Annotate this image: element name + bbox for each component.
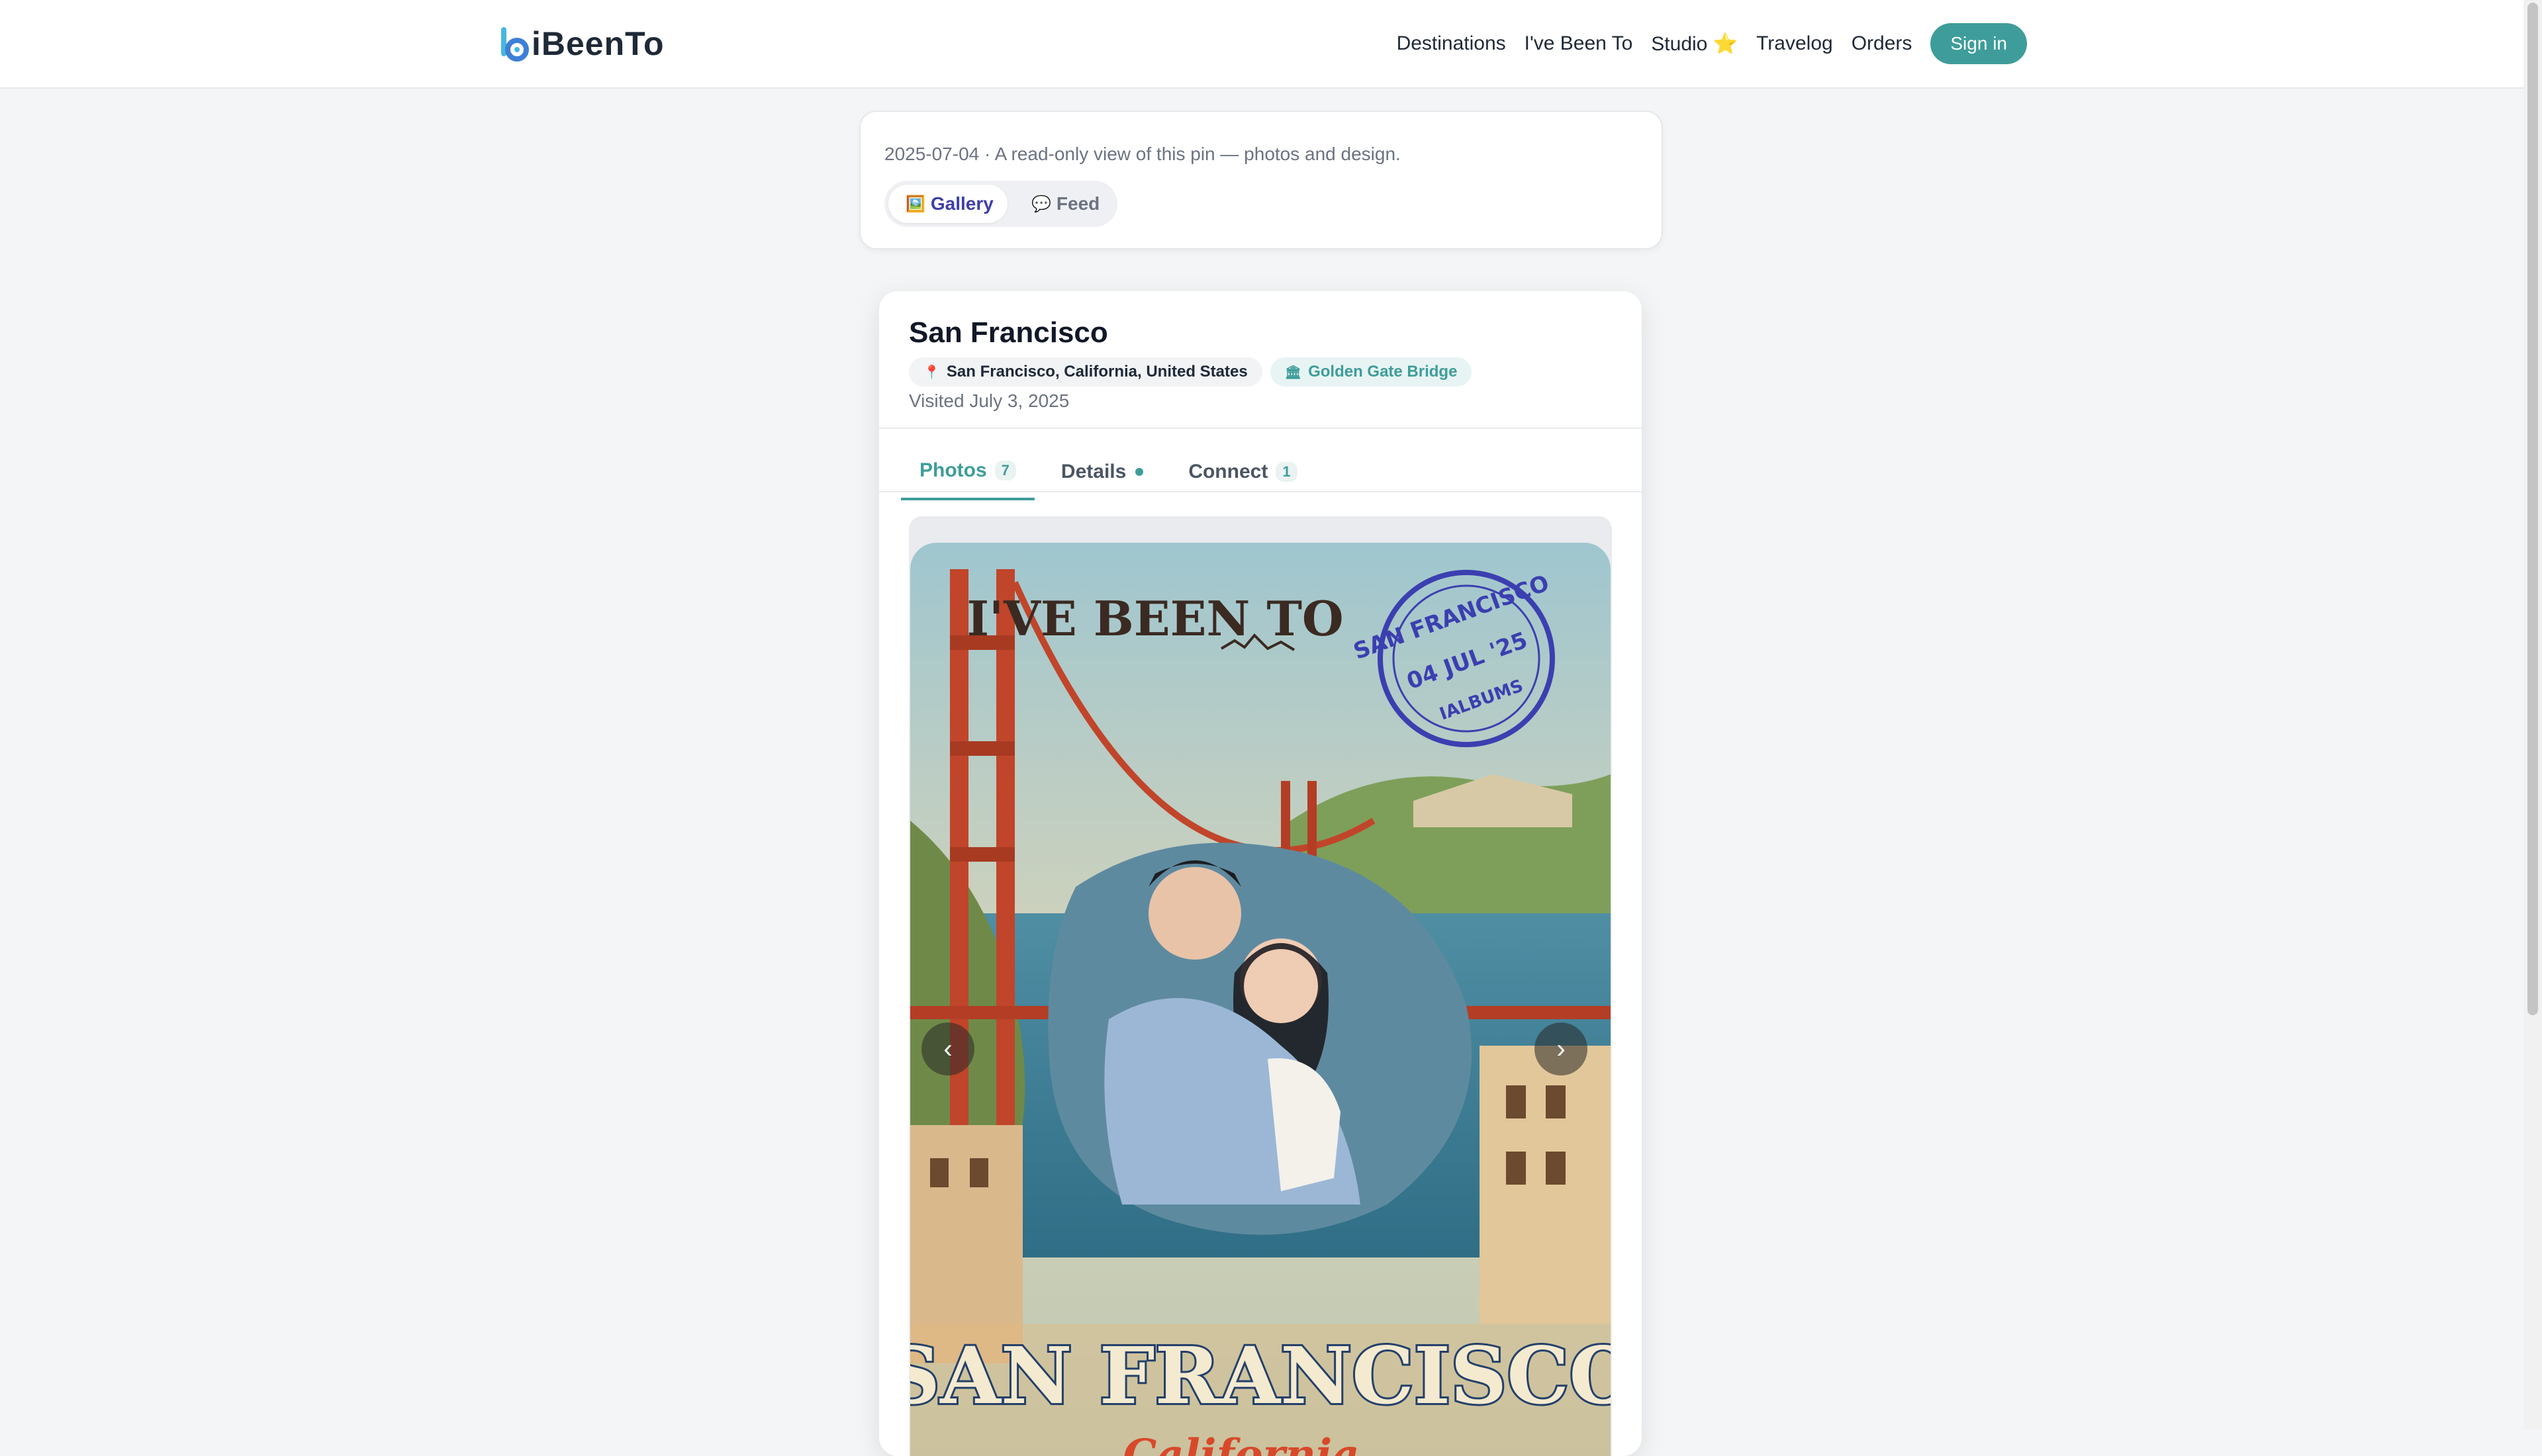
divider <box>879 428 1642 429</box>
nav-orders[interactable]: Orders <box>1852 32 1912 55</box>
details-indicator-dot <box>1135 468 1144 476</box>
pin-chips: 📍 San Francisco, California, United Stat… <box>909 357 1480 387</box>
next-photo-button[interactable]: › <box>1534 1023 1587 1075</box>
postcard-banner: SAN FRANCISCO <box>910 1330 1611 1422</box>
speech-bubble-icon: 💬 <box>1031 195 1051 213</box>
nav-travelog[interactable]: Travelog <box>1756 32 1833 55</box>
pin-info-card: 2025-07-04 · A read-only view of this pi… <box>859 111 1663 250</box>
main-nav: Destinations I've Been To Studio ⭐ Trave… <box>1378 23 2027 65</box>
tab-connect-label: Connect <box>1188 461 1268 482</box>
tab-photos-label: Photos <box>919 459 987 481</box>
logo[interactable]: iBeenTo <box>500 24 665 64</box>
nav-studio[interactable]: Studio ⭐ <box>1651 32 1738 56</box>
read-only-notice: 2025-07-04 · A read-only view of this pi… <box>884 144 1401 164</box>
photos-count-badge: 7 <box>994 461 1016 480</box>
landmark-icon: 🏛 <box>1284 365 1302 380</box>
divider <box>879 491 1642 492</box>
previous-photo-button[interactable]: ‹ <box>921 1023 974 1075</box>
feed-tab-button[interactable]: 💬 Feed <box>1014 185 1113 223</box>
scrollbar-thumb[interactable] <box>2527 3 2538 1015</box>
nav-studio-label: Studio <box>1651 32 1708 55</box>
landmark-chip[interactable]: 🏛 Golden Gate Bridge <box>1270 357 1472 387</box>
star-icon: ⭐ <box>1713 32 1738 55</box>
connect-count-badge: 1 <box>1276 462 1297 482</box>
logo-icon <box>501 27 529 62</box>
sign-in-button[interactable]: Sign in <box>1930 23 2027 64</box>
picture-icon: 🖼️ <box>906 195 925 213</box>
carousel-photo[interactable]: I'VE BEEN TO SAN FRANCISCO 04 JUL '25 IA… <box>910 543 1611 1456</box>
photo-carousel: I'VE BEEN TO SAN FRANCISCO 04 JUL '25 IA… <box>909 516 1612 1456</box>
gallery-label: Gallery <box>930 193 994 214</box>
postcard-illustration: I'VE BEEN TO SAN FRANCISCO 04 JUL '25 IA… <box>910 543 1611 1456</box>
pin-title: San Francisco <box>909 316 1108 349</box>
postcard-script: California <box>1123 1430 1359 1456</box>
view-toggle: 🖼️ Gallery 💬 Feed <box>884 181 1117 227</box>
visited-date: Visited July 3, 2025 <box>909 390 1070 411</box>
postcard-headline: I'VE BEEN TO <box>966 590 1343 647</box>
pin-card: San Francisco 📍 San Francisco, Californi… <box>879 291 1642 1456</box>
location-text: San Francisco, California, United States <box>946 363 1248 381</box>
page-scrollbar[interactable] <box>2523 0 2542 1430</box>
location-chip: 📍 San Francisco, California, United Stat… <box>909 357 1262 387</box>
tab-details-label: Details <box>1060 461 1127 482</box>
nav-destinations[interactable]: Destinations <box>1397 32 1506 55</box>
gallery-tab-button[interactable]: 🖼️ Gallery <box>888 185 1008 223</box>
nav-ive-been-to[interactable]: I've Been To <box>1525 32 1633 55</box>
landmark-text: Golden Gate Bridge <box>1308 363 1458 381</box>
top-navigation: iBeenTo Destinations I've Been To Studio… <box>0 0 2523 89</box>
logo-text: iBeenTo <box>532 25 665 62</box>
feed-label: Feed <box>1056 193 1100 214</box>
pin-icon: 📍 <box>923 365 940 380</box>
